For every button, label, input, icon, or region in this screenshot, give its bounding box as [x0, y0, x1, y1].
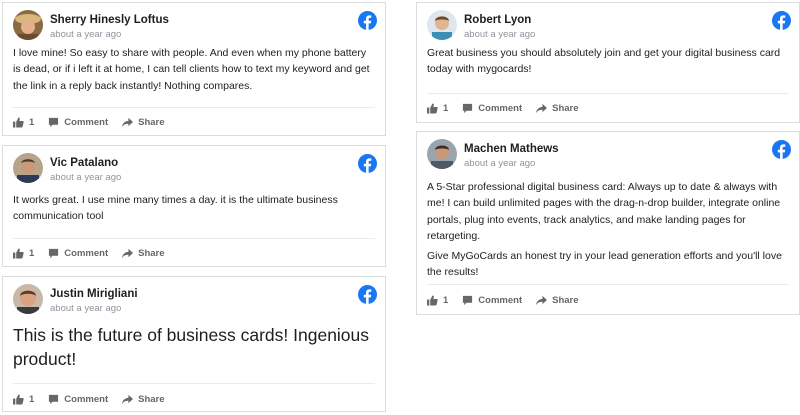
share-button[interactable]: Share	[536, 102, 579, 114]
thumbs-up-icon	[13, 393, 24, 405]
review-paragraph: This is the future of business cards! In…	[13, 325, 370, 369]
like-count: 1	[443, 294, 449, 306]
comment-icon	[49, 248, 59, 258]
review-text: Great business you should absolutely joi…	[427, 45, 789, 82]
divider	[13, 238, 375, 239]
thumbs-up-icon	[427, 102, 438, 114]
avatar[interactable]	[427, 10, 457, 40]
share-button[interactable]: Share	[536, 294, 579, 306]
review-card: Sherry Hinesly Loftus about a year ago I…	[2, 2, 386, 136]
share-icon	[536, 295, 548, 305]
review-text: A 5-Star professional digital business c…	[427, 179, 789, 285]
reviewer-name[interactable]: Machen Mathews	[464, 143, 559, 155]
reviewer-name[interactable]: Robert Lyon	[464, 14, 531, 26]
review-card: Robert Lyon about a year ago Great busin…	[416, 2, 800, 123]
review-card: Justin Mirigliani about a year ago This …	[2, 276, 386, 412]
comment-button[interactable]: Comment	[462, 103, 522, 114]
avatar[interactable]	[13, 10, 43, 40]
like-button[interactable]: 1	[427, 103, 448, 114]
share-label: Share	[552, 294, 579, 306]
avatar[interactable]	[427, 139, 457, 169]
reviewer-name[interactable]: Sherry Hinesly Loftus	[50, 14, 169, 26]
facebook-icon[interactable]	[358, 11, 377, 30]
review-timestamp[interactable]: about a year ago	[50, 172, 121, 183]
divider	[427, 284, 789, 285]
review-paragraph: A 5-Star professional digital business c…	[427, 181, 781, 242]
like-count: 1	[29, 247, 35, 259]
review-actions: 1 Comment Share	[13, 392, 179, 406]
like-button[interactable]: 1	[13, 117, 34, 128]
thumbs-up-icon	[13, 116, 24, 128]
review-timestamp[interactable]: about a year ago	[464, 158, 535, 169]
review-paragraph: I love mine! So easy to share with peopl…	[13, 47, 370, 92]
like-button[interactable]: 1	[13, 394, 34, 405]
review-text: This is the future of business cards! In…	[13, 323, 375, 375]
comment-icon	[463, 295, 473, 305]
thumbs-up-icon	[13, 247, 24, 259]
divider	[427, 93, 789, 94]
review-paragraph: It works great. I use mine many times a …	[13, 194, 338, 223]
share-button[interactable]: Share	[122, 247, 165, 259]
comment-label: Comment	[478, 294, 523, 306]
share-button[interactable]: Share	[122, 393, 165, 405]
divider	[13, 107, 375, 108]
comment-button[interactable]: Comment	[462, 295, 522, 306]
comment-label: Comment	[64, 247, 109, 259]
reviewer-name[interactable]: Justin Mirigliani	[50, 288, 138, 300]
review-text: It works great. I use mine many times a …	[13, 192, 375, 229]
divider	[13, 383, 375, 384]
share-icon	[122, 248, 134, 258]
review-card: Vic Patalano about a year ago It works g…	[2, 145, 386, 267]
comment-label: Comment	[64, 116, 109, 128]
like-button[interactable]: 1	[13, 248, 34, 259]
thumbs-up-icon	[427, 294, 438, 306]
review-paragraph: Give MyGoCards an honest try in your lea…	[427, 250, 782, 279]
facebook-icon[interactable]	[358, 285, 377, 304]
share-label: Share	[138, 116, 165, 128]
reviewer-name[interactable]: Vic Patalano	[50, 157, 118, 169]
comment-icon	[49, 117, 59, 127]
share-icon	[122, 394, 134, 404]
avatar[interactable]	[13, 284, 43, 314]
comment-label: Comment	[64, 393, 109, 405]
comment-icon	[463, 103, 473, 113]
comment-button[interactable]: Comment	[48, 248, 108, 259]
review-actions: 1 Comment Share	[427, 293, 593, 307]
share-label: Share	[552, 102, 579, 114]
review-timestamp[interactable]: about a year ago	[464, 29, 535, 40]
comment-button[interactable]: Comment	[48, 117, 108, 128]
like-button[interactable]: 1	[427, 295, 448, 306]
share-label: Share	[138, 247, 165, 259]
avatar[interactable]	[13, 153, 43, 183]
review-paragraph: Great business you should absolutely joi…	[427, 47, 781, 76]
facebook-icon[interactable]	[772, 11, 791, 30]
share-icon	[536, 103, 548, 113]
review-actions: 1 Comment Share	[13, 115, 179, 129]
comment-button[interactable]: Comment	[48, 394, 108, 405]
like-count: 1	[29, 393, 35, 405]
review-timestamp[interactable]: about a year ago	[50, 303, 121, 314]
review-actions: 1 Comment Share	[427, 101, 593, 115]
facebook-icon[interactable]	[358, 154, 377, 173]
review-actions: 1 Comment Share	[13, 246, 179, 260]
like-count: 1	[29, 116, 35, 128]
like-count: 1	[443, 102, 449, 114]
comment-icon	[49, 394, 59, 404]
review-timestamp[interactable]: about a year ago	[50, 29, 121, 40]
review-card: Machen Mathews about a year ago A 5-Star…	[416, 131, 800, 315]
share-button[interactable]: Share	[122, 116, 165, 128]
facebook-icon[interactable]	[772, 140, 791, 159]
share-label: Share	[138, 393, 165, 405]
comment-label: Comment	[478, 102, 523, 114]
share-icon	[122, 117, 134, 127]
review-text: I love mine! So easy to share with peopl…	[13, 45, 375, 98]
